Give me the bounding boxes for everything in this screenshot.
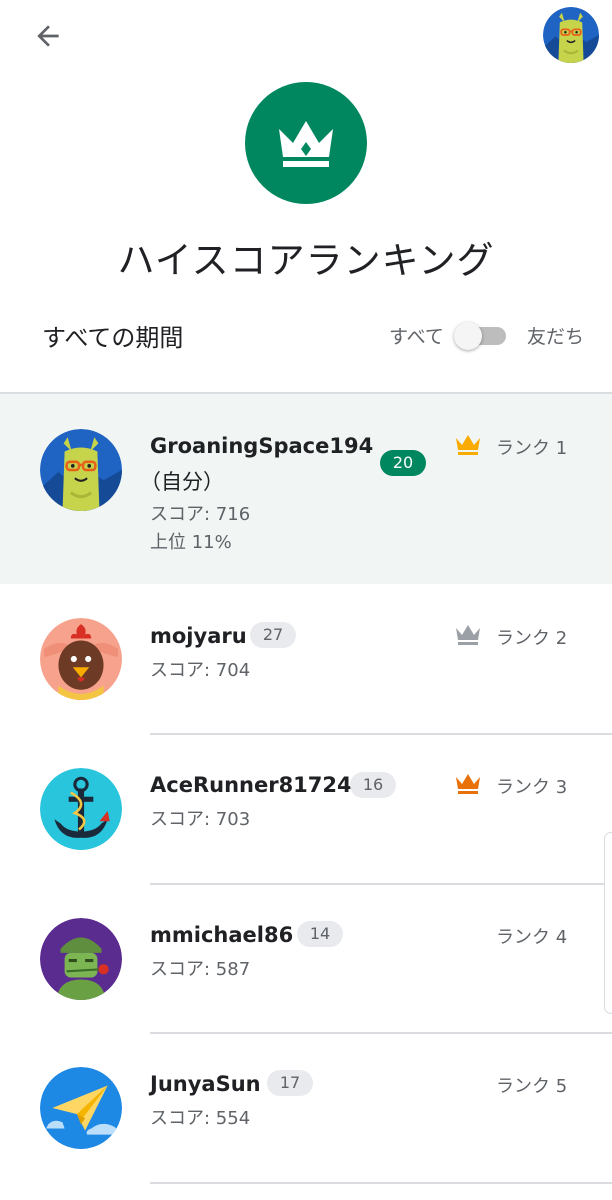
toggle-knob (454, 322, 482, 350)
leaderboard-row-self[interactable]: GroaningSpace194 （自分） スコア: 716 上位 11% 20… (0, 394, 612, 584)
crown-icon (456, 774, 480, 794)
player-name: JunyaSun (150, 1072, 261, 1096)
player-rank: ランク 3 (496, 777, 568, 798)
player-level-badge: 20 (380, 450, 426, 476)
player-rank: ランク 5 (496, 1076, 568, 1097)
player-avatar (40, 429, 122, 511)
leaderboard-row[interactable]: AceRunner81724 16 スコア: 703 ランク 3 (0, 735, 612, 883)
player-rank: ランク 1 (496, 438, 568, 459)
leaderboard-row[interactable]: JunyaSun 17 スコア: 554 ランク 5 (0, 1034, 612, 1184)
player-level-badge: 17 (267, 1070, 313, 1096)
page-title: ハイスコアランキング (117, 239, 495, 282)
player-score: スコア: 554 (150, 1108, 251, 1129)
player-score: スコア: 704 (150, 660, 251, 681)
player-avatar (40, 1067, 122, 1149)
player-percentile: 上位 11% (150, 532, 232, 553)
arrow-back-icon (37, 25, 59, 47)
back-button[interactable] (26, 14, 70, 58)
top-bar (0, 0, 612, 80)
player-level-badge: 14 (297, 921, 343, 947)
player-rank: ランク 4 (496, 927, 568, 948)
row-divider (150, 1182, 612, 1184)
player-name: mmichael86 (150, 923, 294, 947)
friends-toggle[interactable] (454, 322, 506, 350)
toggle-label-all: すべて (389, 326, 444, 348)
player-rank: ランク 2 (496, 628, 568, 649)
player-avatar (40, 618, 122, 700)
account-avatar[interactable] (543, 7, 599, 63)
period-selector[interactable]: すべての期間 (42, 318, 183, 353)
self-tag: （自分） (140, 470, 224, 494)
leaderboard-row[interactable]: mmichael86 14 スコア: 587 ランク 4 (0, 885, 612, 1032)
player-level-badge: 16 (350, 772, 396, 798)
leaderboard-row[interactable]: mojyaru 27 スコア: 704 ランク 2 (0, 584, 612, 734)
scroll-handle[interactable] (604, 832, 612, 1014)
player-avatar (40, 768, 122, 850)
crown-icon (456, 625, 480, 645)
player-name: GroaningSpace194 (150, 434, 374, 458)
player-level-badge: 27 (250, 622, 296, 648)
player-score: スコア: 716 (150, 504, 251, 525)
player-score: スコア: 703 (150, 809, 251, 830)
player-avatar (40, 918, 122, 1000)
leaderboard-badge (245, 82, 367, 204)
player-score: スコア: 587 (150, 959, 251, 980)
crown-icon (279, 121, 333, 167)
toggle-label-friends: 友だち (527, 326, 585, 348)
crown-icon (456, 435, 480, 455)
player-name: mojyaru (150, 624, 247, 648)
player-name: AceRunner81724 (150, 773, 352, 797)
